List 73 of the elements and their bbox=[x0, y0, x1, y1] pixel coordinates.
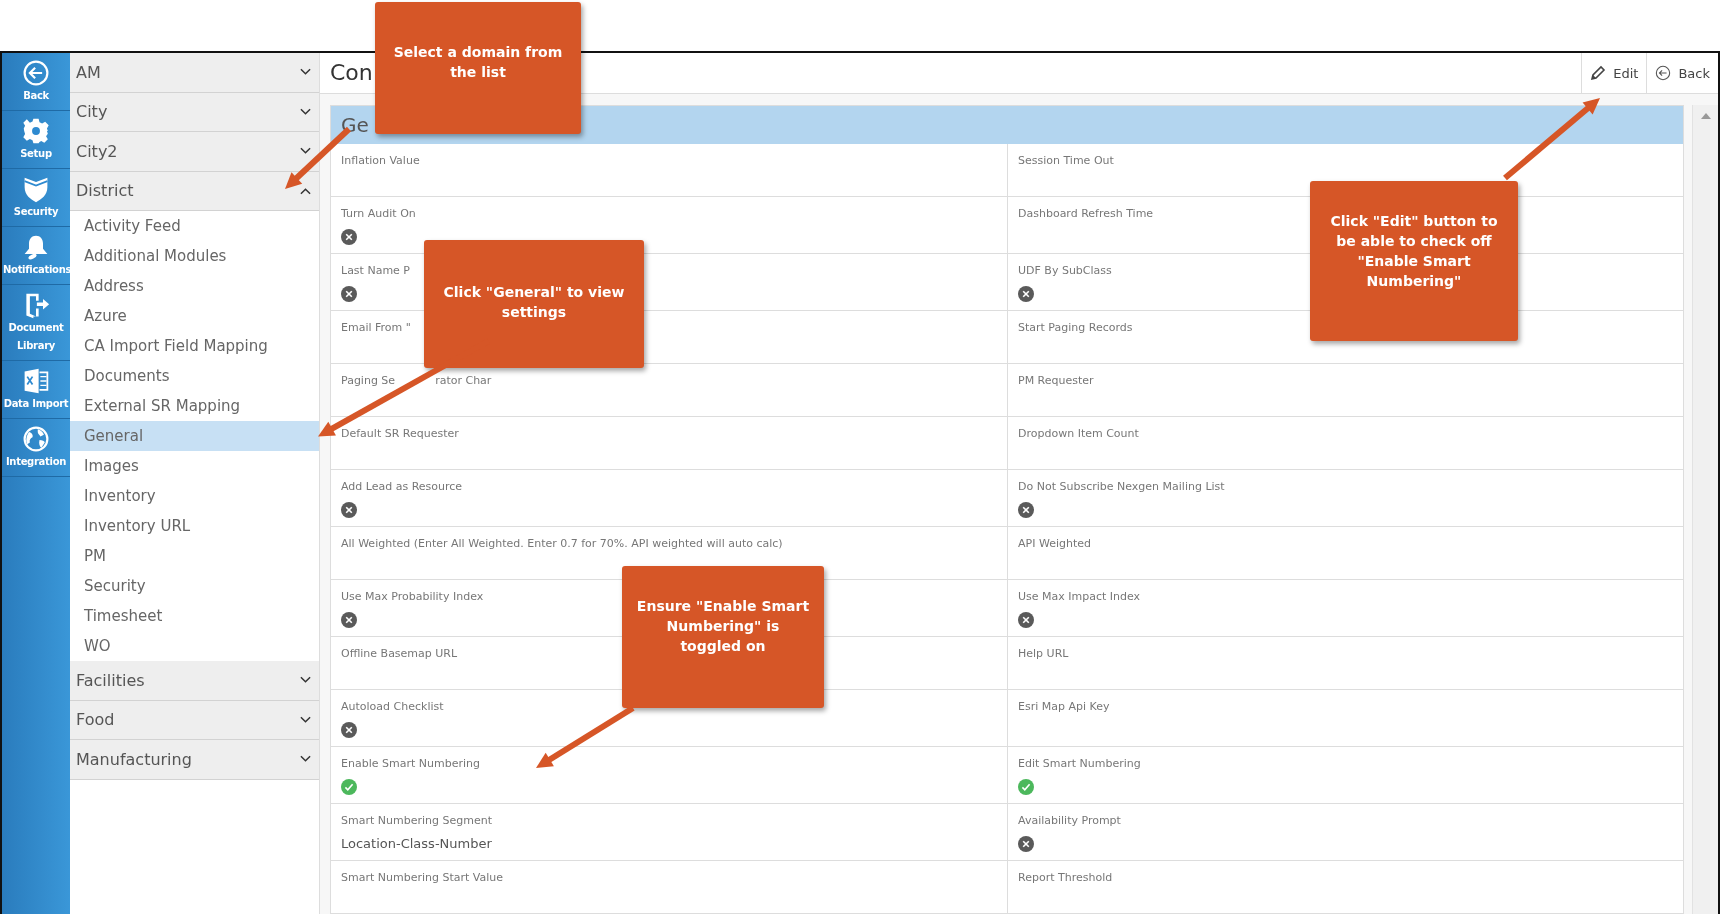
field-label: Autoload Checklist bbox=[341, 700, 444, 713]
chevron-down-icon bbox=[300, 715, 311, 724]
field-label: PM Requester bbox=[1018, 374, 1094, 387]
field-label: Availability Prompt bbox=[1018, 814, 1121, 827]
field-label: API Weighted bbox=[1018, 537, 1091, 550]
field-label: Start Paging Records bbox=[1018, 321, 1133, 334]
field-label: Default SR Requester bbox=[341, 427, 459, 440]
field-label: Session Time Out bbox=[1018, 154, 1114, 167]
field-label: Email From " bbox=[341, 321, 411, 334]
callout: Ensure "Enable Smart Numbering" is toggled on bbox=[622, 566, 824, 708]
field-label: Dropdown Item Count bbox=[1018, 427, 1139, 440]
field-label: Offline Basemap URL bbox=[341, 647, 458, 660]
field-label: Dashboard Refresh Time bbox=[1018, 207, 1154, 220]
spreadsheet-icon bbox=[22, 367, 50, 395]
domain-header[interactable]: City bbox=[70, 92, 319, 132]
field-label: Do Not Subscribe Nexgen Mailing List bbox=[1018, 480, 1225, 493]
callout: Click "Edit" button to be able to check off "Enable Smart Numbering" bbox=[1310, 181, 1518, 341]
domain-header[interactable]: Facilities bbox=[70, 661, 319, 701]
domain-item[interactable]: Azure bbox=[70, 301, 319, 331]
domain-item[interactable]: External SR Mapping bbox=[70, 391, 319, 421]
domain-item[interactable]: Address bbox=[70, 271, 319, 301]
scrollbar[interactable] bbox=[1692, 105, 1718, 914]
chevron-down-icon bbox=[300, 107, 311, 116]
field-label: Help URL bbox=[1018, 647, 1069, 660]
field-label: Smart Numbering Segment bbox=[341, 814, 492, 827]
shield-icon bbox=[22, 175, 50, 203]
domain-header[interactable]: Manufacturing bbox=[70, 740, 319, 780]
field-label: Report Threshold bbox=[1018, 871, 1113, 884]
field-label: Esri Map Api Key bbox=[1018, 700, 1110, 713]
pencil-icon bbox=[1590, 65, 1607, 81]
rail-button[interactable]: Setup bbox=[2, 111, 70, 169]
field-label: rator Char bbox=[435, 374, 492, 387]
field-label: Enable Smart Numbering bbox=[341, 757, 480, 770]
field-label: Use Max Probability Index bbox=[341, 590, 484, 603]
chevron-down-icon bbox=[300, 755, 311, 764]
domain-item[interactable]: Additional Modules bbox=[70, 241, 319, 271]
field-label: Use Max Impact Index bbox=[1018, 590, 1141, 603]
bell-icon bbox=[22, 233, 50, 261]
domain-header[interactable]: City2 bbox=[70, 132, 319, 172]
domain-item[interactable]: PM bbox=[70, 541, 319, 571]
callout: Click "General" to view settings bbox=[424, 240, 644, 368]
domain-header[interactable]: Food bbox=[70, 700, 319, 740]
field-label: Last Name P bbox=[341, 264, 410, 277]
field-label: Smart Numbering Start Value bbox=[341, 871, 504, 884]
domain-item[interactable]: Inventory URL bbox=[70, 511, 319, 541]
domain-item[interactable]: Inventory bbox=[70, 481, 319, 511]
domain-item[interactable]: Activity Feed bbox=[70, 211, 319, 241]
chevron-up-icon bbox=[300, 186, 311, 195]
scroll-up-icon[interactable] bbox=[1700, 113, 1711, 119]
domain-item[interactable]: General bbox=[70, 421, 319, 451]
settings-icon bbox=[22, 117, 50, 145]
domain-item[interactable]: CA Import Field Mapping bbox=[70, 331, 319, 361]
field-label: Turn Audit On bbox=[341, 207, 416, 220]
field-label: Edit Smart Numbering bbox=[1018, 757, 1141, 770]
domain-header[interactable]: AM bbox=[70, 53, 319, 93]
chevron-down-icon bbox=[300, 68, 311, 77]
field-label: UDF By SubClass bbox=[1018, 264, 1112, 277]
domain-header[interactable]: District bbox=[70, 171, 319, 211]
domain-item[interactable]: Images bbox=[70, 451, 319, 481]
field-label: Paging Se bbox=[341, 374, 396, 387]
field-label: Inflation Value bbox=[341, 154, 420, 167]
field-value: Location-Class-Number bbox=[341, 836, 493, 851]
domain-item[interactable]: Documents bbox=[70, 361, 319, 391]
globe-icon bbox=[22, 425, 50, 453]
callout: Select a domain from the list bbox=[375, 2, 581, 134]
field-label: Add Lead as Resource bbox=[341, 480, 463, 493]
domain-item[interactable]: Timesheet bbox=[70, 601, 319, 631]
chevron-down-icon bbox=[300, 147, 311, 156]
domain-item[interactable]: Security bbox=[70, 571, 319, 601]
domain-item[interactable]: WO bbox=[70, 631, 319, 661]
field-label: All Weighted (Enter All Weighted. Enter 0.7 for 70%. API weighted will auto calc) bbox=[341, 537, 783, 550]
page-title: Con bbox=[329, 59, 373, 87]
chevron-down-icon bbox=[300, 676, 311, 685]
